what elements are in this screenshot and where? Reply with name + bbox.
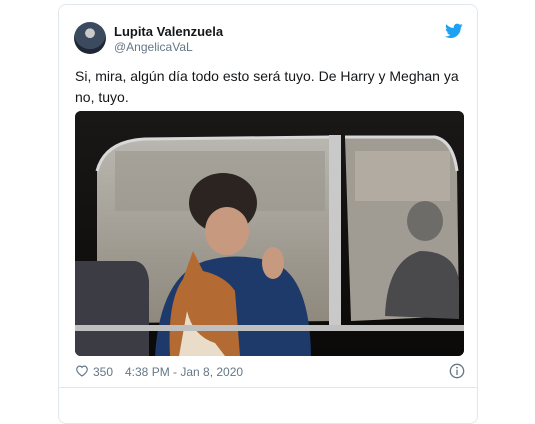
author-handle[interactable]: @AngelicaVaL bbox=[114, 40, 193, 54]
tweet-photo[interactable] bbox=[75, 111, 464, 356]
twitter-bird-icon[interactable] bbox=[445, 23, 463, 39]
author-name[interactable]: Lupita Valenzuela bbox=[114, 24, 223, 39]
tweet-card: Lupita Valenzuela @AngelicaVaL Si, mira,… bbox=[58, 4, 478, 424]
info-icon[interactable] bbox=[449, 363, 465, 379]
heart-icon[interactable] bbox=[75, 364, 89, 377]
like-count[interactable]: 350 bbox=[93, 365, 113, 379]
tweet-timestamp[interactable]: 4:38 PM - Jan 8, 2020 bbox=[125, 365, 243, 379]
car-window-photo bbox=[75, 111, 464, 356]
footer-divider bbox=[59, 387, 477, 388]
tweet-text: Si, mira, algún día todo esto será tuyo.… bbox=[75, 68, 459, 105]
author-avatar[interactable] bbox=[74, 22, 106, 54]
tweet-footer: 350 4:38 PM - Jan 8, 2020 bbox=[75, 360, 465, 382]
